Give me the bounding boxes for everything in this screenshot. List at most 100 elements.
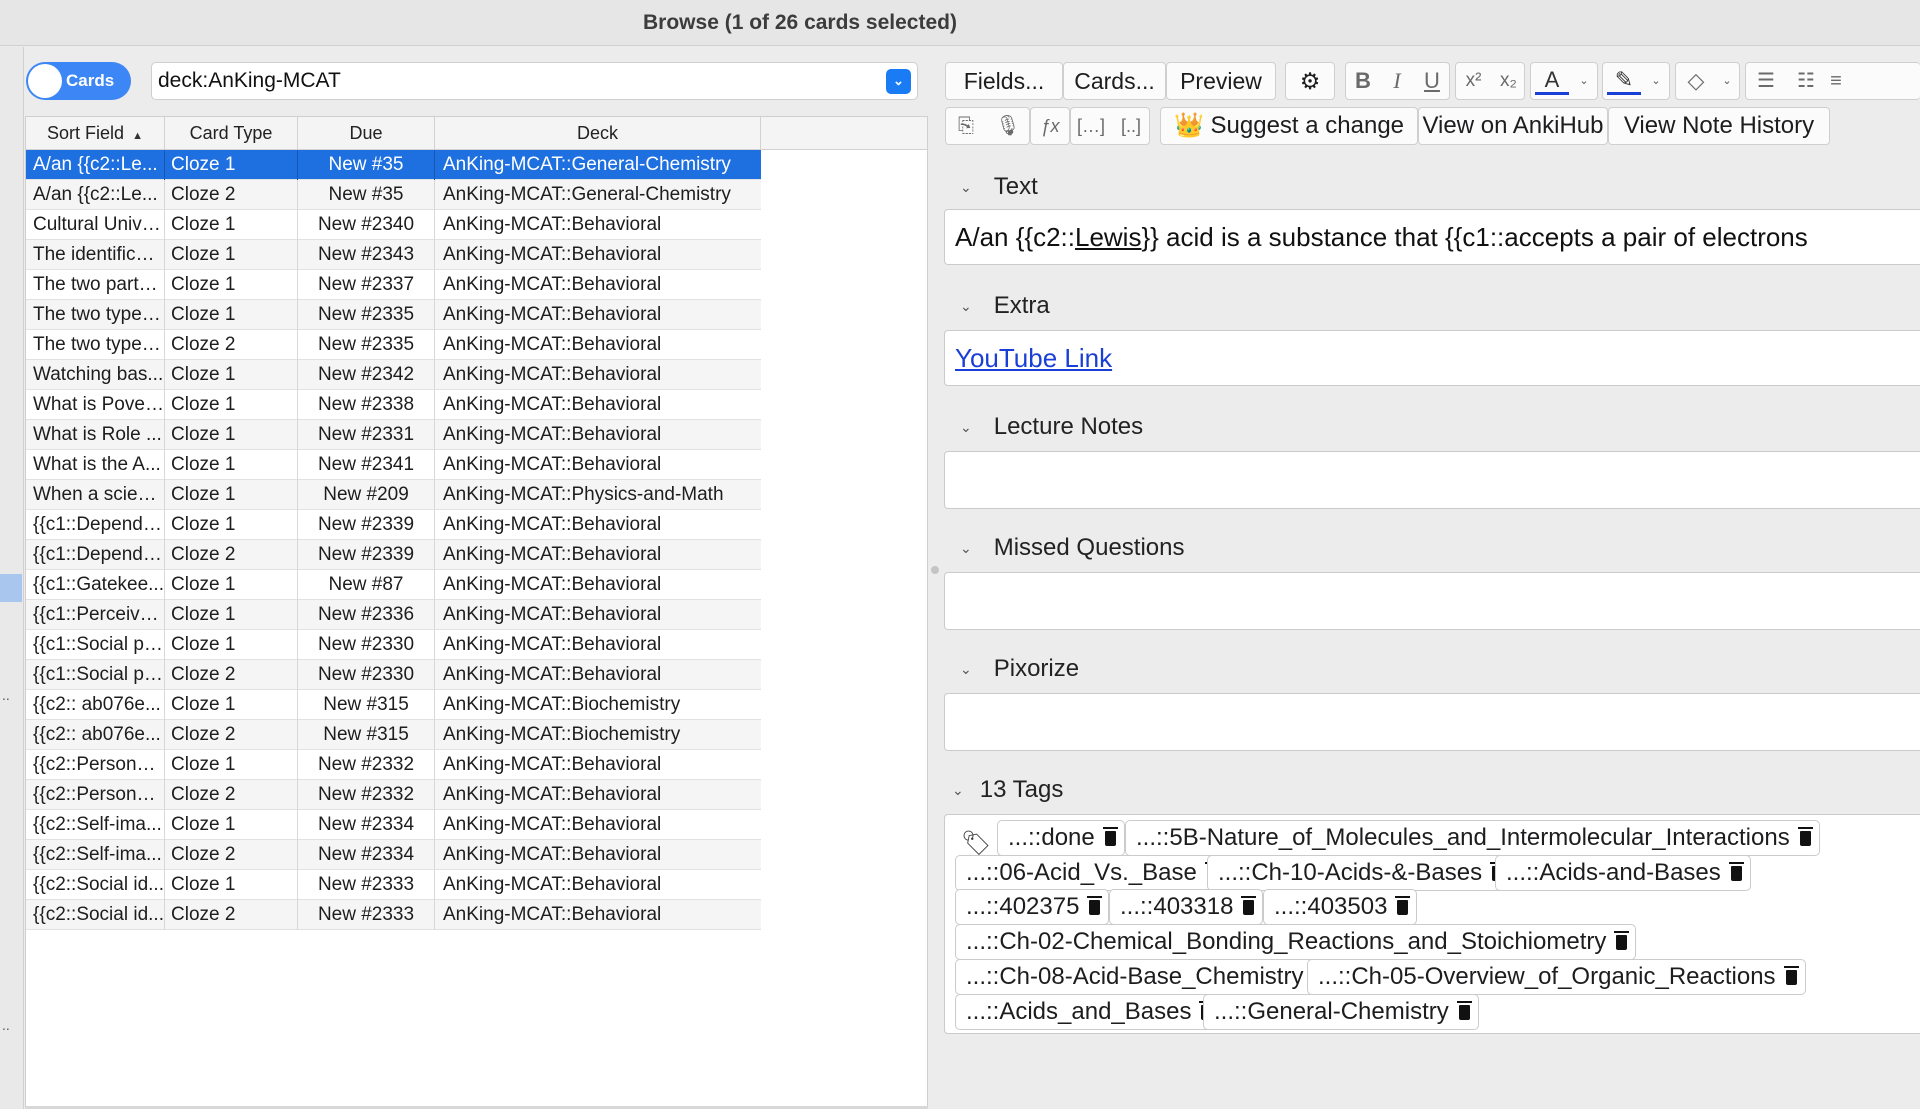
column-header-card-type[interactable]: Card Type: [165, 117, 298, 150]
table-row[interactable]: What is the A... Cloze 1 New #2341 AnKing-M…: [26, 450, 927, 480]
table-row[interactable]: {{c2::Personal... Cloze 1 New #2332 AnKing-…: [26, 750, 927, 780]
text-field-editor[interactable]: A/an {{c2::Lewis}} acid is a substance t…: [944, 209, 1920, 265]
table-row[interactable]: When a scient... Cloze 1 New #209 AnKing-MC…: [26, 480, 927, 510]
chevron-down-icon[interactable]: ⌄: [960, 661, 972, 678]
pixorize-field-editor[interactable]: [944, 693, 1920, 751]
tag-chip[interactable]: ...::General-Chemistry: [1203, 994, 1479, 1030]
tags-header[interactable]: ⌄ 13 Tags: [952, 776, 1063, 804]
superscript-icon[interactable]: x²: [1456, 63, 1491, 99]
table-row[interactable]: {{c2::Self-ima... Cloze 2 New #2334 AnKing-…: [26, 840, 927, 870]
eraser-icon[interactable]: ◇: [1678, 63, 1714, 99]
table-row[interactable]: The two types... Cloze 1 New #2335 AnKing-M…: [26, 300, 927, 330]
tag-chip[interactable]: ...::403503: [1263, 889, 1418, 925]
table-row[interactable]: The identificat... Cloze 1 New #2343 AnKing…: [26, 240, 927, 270]
italic-button[interactable]: I: [1380, 63, 1414, 99]
view-note-history-button[interactable]: View Note History: [1608, 107, 1830, 145]
field-header-extra[interactable]: ⌄ Extra: [960, 292, 1050, 320]
gear-icon[interactable]: ⚙: [1285, 62, 1335, 100]
chevron-down-icon[interactable]: ⌄: [952, 782, 964, 799]
trash-icon[interactable]: [1456, 1001, 1472, 1020]
chevron-down-icon[interactable]: ⌄: [960, 419, 972, 436]
preview-button[interactable]: Preview: [1166, 62, 1276, 100]
trash-icon[interactable]: [1395, 896, 1411, 915]
table-row[interactable]: {{c2::Social id... Cloze 1 New #2333 AnKing…: [26, 870, 927, 900]
cards-button[interactable]: Cards...: [1063, 62, 1166, 100]
trash-icon[interactable]: [1728, 862, 1744, 881]
cloze-icon[interactable]: […]: [1071, 108, 1111, 144]
table-row[interactable]: A/an {{c2::Le... Cloze 1 New #35 AnKing-MCA…: [26, 150, 927, 180]
chevron-down-icon[interactable]: ⌄: [960, 540, 972, 557]
tag-chip[interactable]: ...::Ch-05-Overview_of_Organic_Reactions: [1307, 959, 1806, 995]
align-icon[interactable]: ≡: [1826, 63, 1846, 99]
table-row[interactable]: {{c2::Social id... Cloze 2 New #2333 AnKing…: [26, 900, 927, 930]
lecture-notes-field-editor[interactable]: [944, 451, 1920, 509]
trash-icon[interactable]: [1241, 896, 1257, 915]
trash-icon[interactable]: [1102, 827, 1118, 846]
table-row[interactable]: What is Role ... Cloze 1 New #2331 AnKing-M…: [26, 420, 927, 450]
tag-chip[interactable]: ...::402375: [955, 889, 1110, 925]
table-row[interactable]: {{c1::Depende... Cloze 2 New #2339 AnKing-M…: [26, 540, 927, 570]
trash-icon[interactable]: [1797, 827, 1813, 846]
missed-questions-field-editor[interactable]: [944, 572, 1920, 630]
table-row[interactable]: What is Pover... Cloze 1 New #2338 AnKing-M…: [26, 390, 927, 420]
chevron-down-icon[interactable]: ⌄: [1573, 63, 1595, 99]
search-box[interactable]: ⌄: [151, 62, 918, 100]
tag-chip[interactable]: ...::Acids-and-Bases: [1495, 855, 1751, 891]
tag-chip[interactable]: ...::5B-Nature_of_Molecules_and_Intermol…: [1125, 820, 1820, 856]
table-row[interactable]: {{c2:: ab076e... Cloze 2 New #315 AnKing-MC…: [26, 720, 927, 750]
table-row[interactable]: A/an {{c2::Le... Cloze 2 New #35 AnKing-MCA…: [26, 180, 927, 210]
column-header-sort-field[interactable]: Sort Field ▲: [26, 117, 165, 150]
cloze-same-icon[interactable]: [..]: [1111, 108, 1151, 144]
trash-icon[interactable]: [1783, 966, 1799, 985]
function-icon[interactable]: ƒx: [1030, 107, 1070, 145]
youtube-link[interactable]: YouTube Link: [955, 343, 1112, 373]
fields-button[interactable]: Fields...: [945, 62, 1063, 100]
numbered-list-icon[interactable]: ☷: [1786, 63, 1826, 99]
field-header-missed-questions[interactable]: ⌄ Missed Questions: [960, 534, 1184, 562]
bullet-list-icon[interactable]: ☰: [1746, 63, 1786, 99]
chevron-down-icon[interactable]: ⌄: [1716, 63, 1738, 99]
field-header-pixorize[interactable]: ⌄ Pixorize: [960, 655, 1079, 683]
field-header-lecture-notes[interactable]: ⌄ Lecture Notes: [960, 413, 1143, 441]
cards-notes-toggle[interactable]: Cards: [26, 62, 131, 100]
tag-chip[interactable]: ...::Ch-02-Chemical_Bonding_Reactions_an…: [955, 924, 1637, 960]
trash-icon[interactable]: [1614, 931, 1630, 950]
chevron-down-icon[interactable]: ⌄: [1645, 63, 1667, 99]
tag-chip[interactable]: ...::Acids_and_Bases: [955, 994, 1222, 1030]
column-header-due[interactable]: Due: [298, 117, 435, 150]
subscript-icon[interactable]: x₂: [1491, 63, 1526, 99]
table-row[interactable]: {{c2:: ab076e... Cloze 1 New #315 AnKing-MC…: [26, 690, 927, 720]
table-row[interactable]: Watching bas... Cloze 1 New #2342 AnKing-MC…: [26, 360, 927, 390]
underline-button[interactable]: U: [1414, 63, 1450, 99]
microphone-icon[interactable]: 🎙: [988, 108, 1028, 144]
table-row[interactable]: {{c1::Social ph... Cloze 2 New #2330 AnKing…: [26, 660, 927, 690]
table-row[interactable]: {{c2::Personal... Cloze 2 New #2332 AnKing-…: [26, 780, 927, 810]
table-row[interactable]: Cultural Unive... Cloze 1 New #2340 AnKing-…: [26, 210, 927, 240]
tag-chip[interactable]: ...::done: [997, 820, 1125, 856]
font-color-icon[interactable]: A: [1535, 65, 1569, 95]
tag-editor[interactable]: 🏷 ...::done ...::5B-Nature_of_Molecules_a…: [944, 814, 1920, 1034]
cards-table[interactable]: Sort Field ▲ Card Type Due Deck A/an {{c2…: [25, 116, 928, 1109]
bold-button[interactable]: B: [1346, 63, 1380, 99]
text-field-content[interactable]: A/an {{c2::Lewis}} acid is a substance t…: [955, 210, 1808, 264]
table-row[interactable]: {{c1::Gatekee... Cloze 1 New #87 AnKing-MCA…: [26, 570, 927, 600]
extra-field-content[interactable]: YouTube Link: [955, 331, 1112, 385]
suggest-change-button[interactable]: 👑 Suggest a change: [1160, 107, 1418, 145]
tag-chip[interactable]: ...::Ch-08-Acid-Base_Chemistry: [955, 959, 1334, 995]
paperclip-icon[interactable]: ⎘: [946, 108, 986, 144]
splitter-handle[interactable]: [931, 566, 939, 574]
tag-chip[interactable]: ...::403318: [1109, 889, 1264, 925]
tag-chip[interactable]: ...::06-Acid_Vs._Base: [955, 855, 1227, 891]
column-header-deck[interactable]: Deck: [435, 117, 761, 150]
table-row[interactable]: {{c1::Depende... Cloze 1 New #2339 AnKing-M…: [26, 510, 927, 540]
trash-icon[interactable]: [1087, 896, 1103, 915]
table-row[interactable]: The two types... Cloze 2 New #2335 AnKing-M…: [26, 330, 927, 360]
table-row[interactable]: The two parts ... Cloze 1 New #2337 AnKing-…: [26, 270, 927, 300]
chevron-down-icon[interactable]: ⌄: [960, 179, 972, 196]
table-row[interactable]: {{c1::Perceive... Cloze 1 New #2336 AnKing-…: [26, 600, 927, 630]
chevron-down-icon[interactable]: ⌄: [960, 298, 972, 315]
sidebar-strip[interactable]: .. ..: [0, 47, 24, 1109]
field-header-text[interactable]: ⌄ Text: [960, 173, 1038, 201]
chevron-down-icon[interactable]: ⌄: [886, 69, 911, 94]
view-on-ankihub-button[interactable]: View on AnkiHub: [1418, 107, 1608, 145]
